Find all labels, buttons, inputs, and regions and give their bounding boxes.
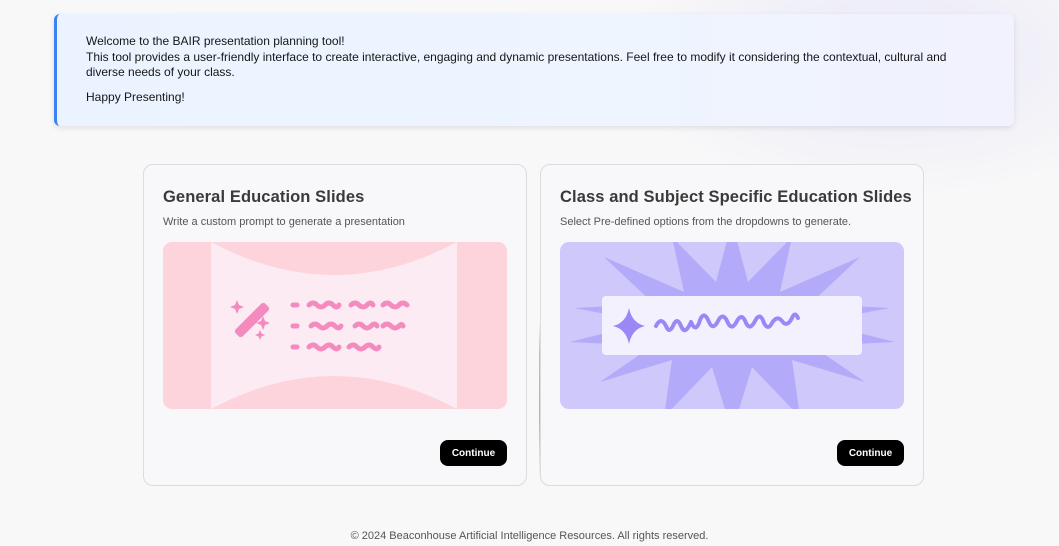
welcome-banner: Welcome to the BAIR presentation plannin…: [54, 14, 1014, 126]
continue-button[interactable]: Continue: [440, 440, 507, 466]
banner-description: This tool provides a user-friendly inter…: [86, 49, 947, 80]
banner-happy-presenting: Happy Presenting!: [86, 89, 185, 104]
magic-wand-text-illustration: [163, 242, 507, 409]
card-title: General Education Slides: [163, 188, 365, 206]
banner-welcome-line: Welcome to the BAIR presentation plannin…: [86, 34, 345, 48]
card-subtitle: Select Pre-defined options from the drop…: [560, 216, 852, 228]
footer-copyright: © 2024 Beaconhouse Artificial Intelligen…: [350, 530, 709, 542]
card-subtitle: Write a custom prompt to generate a pres…: [163, 216, 405, 228]
continue-button[interactable]: Continue: [837, 440, 904, 466]
general-education-card[interactable]: General Education Slides Write a custom …: [143, 164, 527, 486]
class-subject-card[interactable]: Class and Subject Specific Education Sli…: [540, 164, 924, 486]
sparkle-starburst-illustration: [560, 242, 904, 409]
card-title: Class and Subject Specific Education Sli…: [560, 188, 912, 206]
